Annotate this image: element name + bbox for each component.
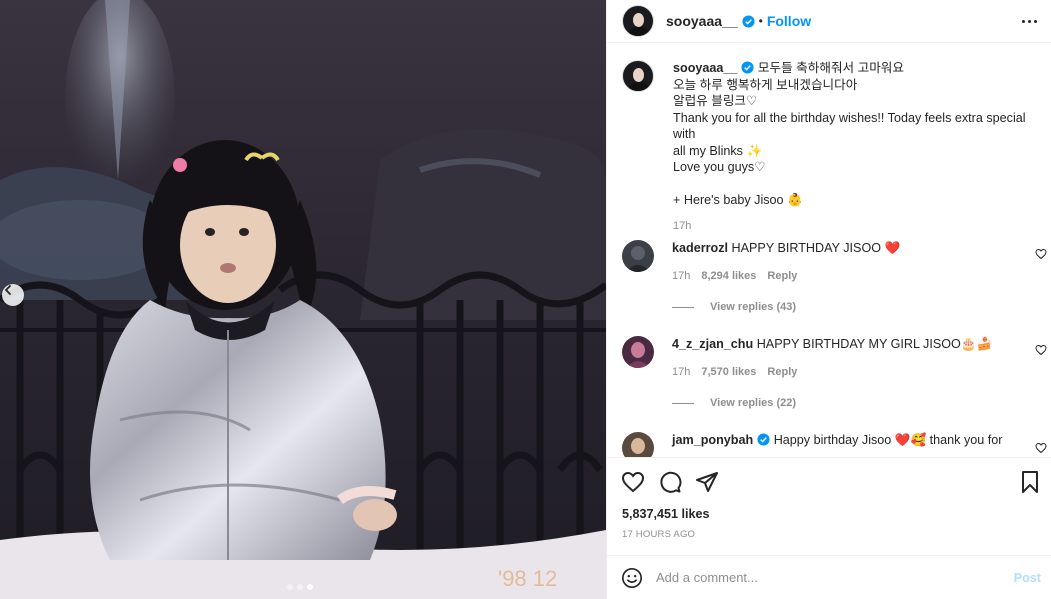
post-photo[interactable]: '98 12: [0, 0, 606, 599]
date-stamp: '98 12: [498, 566, 557, 591]
verified-badge-icon: [741, 61, 754, 74]
caption-line: 알럽유 블링크♡: [673, 94, 758, 108]
comment-body: Happy birthday Jisoo ❤️🥰 thank you for: [773, 433, 1003, 447]
like-comment-heart-icon[interactable]: [1035, 248, 1047, 260]
post-comment-button[interactable]: Post: [1014, 571, 1041, 585]
comment-meta: 17h 8,294 likes Reply: [672, 270, 797, 282]
avatar[interactable]: [622, 5, 654, 37]
comment-item: 4_z_zjan_chu HAPPY BIRTHDAY MY GIRL JISO…: [622, 336, 1047, 416]
comment-likes[interactable]: 8,294 likes: [701, 270, 756, 282]
comment-username[interactable]: kaderrozl: [672, 241, 728, 255]
carousel-dot: [287, 584, 293, 590]
avatar[interactable]: [622, 432, 654, 458]
comment-text: jam_ponybah Happy birthday Jisoo ❤️🥰 tha…: [672, 433, 1002, 448]
share-send-icon[interactable]: [695, 470, 719, 494]
reply-button[interactable]: Reply: [767, 270, 797, 282]
view-replies-label: View replies (43): [710, 301, 797, 313]
carousel-dot: [297, 584, 303, 590]
avatar[interactable]: [622, 240, 654, 272]
comment-bubble-icon[interactable]: [658, 470, 682, 494]
post-timestamp[interactable]: 17 HOURS AGO: [622, 529, 695, 540]
comment-time[interactable]: 17h: [672, 270, 690, 282]
caption-line: 모두들 축하해줘서 고마워요: [757, 61, 904, 75]
view-replies-label: View replies (22): [710, 397, 797, 409]
comment-text: 4_z_zjan_chu HAPPY BIRTHDAY MY GIRL JISO…: [672, 337, 992, 352]
reply-button[interactable]: Reply: [767, 366, 797, 378]
view-replies-button[interactable]: View replies (22): [672, 397, 796, 409]
caption-line: [673, 176, 1042, 193]
bookmark-icon: [1022, 471, 1038, 493]
post-actions: 5,837,451 likes 17 HOURS AGO: [607, 457, 1051, 555]
caption-line: all my Blinks ✨: [673, 143, 763, 158]
comment-meta: 17h 7,570 likes Reply: [672, 366, 797, 378]
view-replies-button[interactable]: View replies (43): [672, 301, 796, 313]
comment-username[interactable]: jam_ponybah: [672, 433, 753, 447]
carousel-indicator: [287, 584, 313, 590]
add-comment-bar: Post: [607, 555, 1051, 599]
avatar[interactable]: [622, 60, 654, 92]
carousel-dot-active: [307, 584, 313, 590]
verified-badge-icon: [757, 433, 770, 446]
post-details-panel: sooyaaa__ • Follow sooyaaa__ 모두들 축하해줘서 고…: [606, 0, 1051, 599]
emoji-icon[interactable]: [621, 567, 643, 589]
post-header: sooyaaa__ • Follow: [607, 0, 1051, 43]
instagram-post-view: '98 12 sooyaaa__ • Follow sooyaaa__ 모두들 …: [0, 0, 1051, 599]
comment-item: kaderrozl HAPPY BIRTHDAY JISOO ❤️ 17h 8,…: [622, 240, 1047, 320]
save-bookmark-button[interactable]: [1019, 470, 1041, 494]
comment-likes[interactable]: 7,570 likes: [701, 366, 756, 378]
post-caption: sooyaaa__ 모두들 축하해줘서 고마워요 오늘 하루 행복하게 보내겠습…: [622, 60, 1042, 234]
comment-input[interactable]: [656, 570, 996, 585]
caption-line: 오늘 하루 행복하게 보내겠습니다아: [673, 77, 858, 92]
comment-item: jam_ponybah Happy birthday Jisoo ❤️🥰 tha…: [622, 432, 1047, 458]
caption-line: Love you guys♡: [673, 160, 766, 174]
verified-badge-icon: [742, 14, 755, 28]
caption-username[interactable]: sooyaaa__: [673, 61, 737, 75]
chevron-left-icon: [4, 285, 11, 295]
caption-text: sooyaaa__ 모두들 축하해줘서 고마워요 오늘 하루 행복하게 보내겠습…: [673, 60, 1042, 234]
separator-dot: •: [758, 14, 763, 28]
follow-button[interactable]: Follow: [767, 13, 811, 29]
comment-text: kaderrozl HAPPY BIRTHDAY JISOO ❤️: [672, 241, 900, 256]
caption-line: Thank you for all the birthday wishes!! …: [673, 110, 1026, 142]
caption-line: + Here's baby Jisoo 👶: [673, 193, 803, 207]
header-username[interactable]: sooyaaa__: [666, 13, 738, 29]
comment-body: HAPPY BIRTHDAY JISOO ❤️: [731, 241, 901, 255]
more-options-icon[interactable]: [1019, 13, 1039, 29]
previous-slide-button[interactable]: [2, 284, 24, 306]
caption-time[interactable]: 17h: [673, 218, 1042, 235]
comments-list[interactable]: sooyaaa__ 모두들 축하해줘서 고마워요 오늘 하루 행복하게 보내겠습…: [607, 44, 1051, 458]
like-heart-icon[interactable]: [621, 470, 645, 494]
photo-illustration: '98 12: [0, 0, 606, 599]
like-comment-heart-icon[interactable]: [1035, 344, 1047, 356]
comment-time[interactable]: 17h: [672, 366, 690, 378]
comment-body: HAPPY BIRTHDAY MY GIRL JISOO🎂🍰: [756, 337, 993, 351]
action-icons: [621, 470, 719, 494]
post-likes-count[interactable]: 5,837,451 likes: [622, 507, 710, 521]
comment-username[interactable]: 4_z_zjan_chu: [672, 337, 753, 351]
avatar[interactable]: [622, 336, 654, 368]
like-comment-heart-icon[interactable]: [1035, 442, 1047, 454]
